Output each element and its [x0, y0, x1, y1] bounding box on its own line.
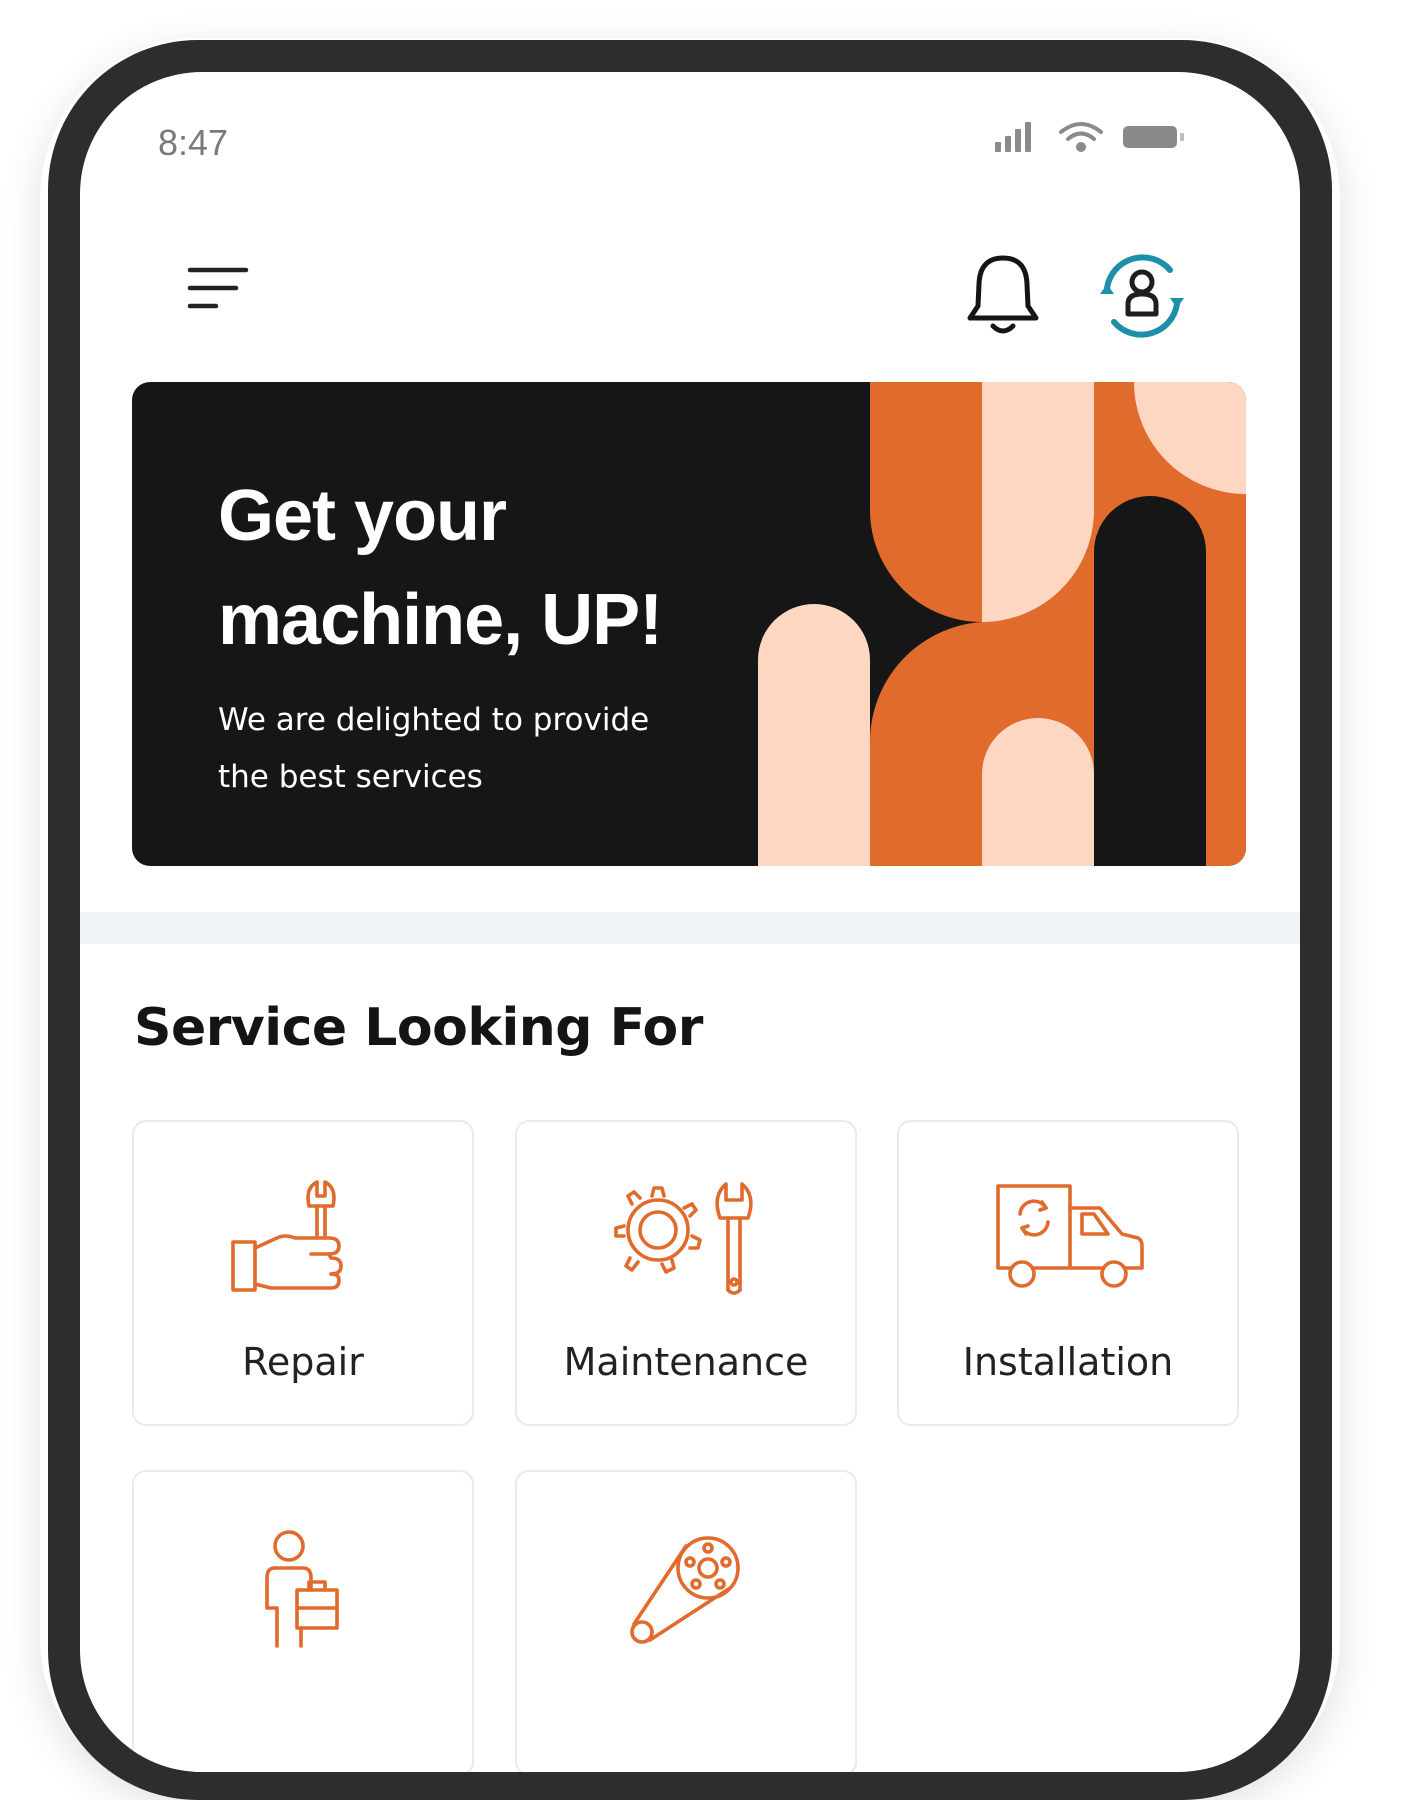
gear-wrench-icon — [614, 1182, 753, 1295]
banner-subtitle: We are delighted to provide the best ser… — [218, 702, 650, 795]
services-title: Service Looking For — [134, 998, 703, 1058]
service-label: Repair — [242, 1340, 364, 1384]
delivery-truck-icon — [996, 1184, 1144, 1288]
promo-banner[interactable]: Get your machine, UP! We are delighted t… — [132, 382, 1246, 866]
banner-pattern-art — [758, 382, 1246, 866]
profile-switch-icon[interactable] — [1092, 248, 1192, 344]
status-icons — [995, 122, 1184, 152]
menu-icon[interactable] — [186, 260, 256, 322]
banner-title: Get your machine, UP! — [218, 476, 663, 660]
service-label: Maintenance — [563, 1340, 809, 1384]
service-card-technician[interactable] — [132, 1470, 474, 1772]
service-card-maintenance[interactable]: Maintenance — [515, 1120, 857, 1426]
wifi-icon — [1059, 122, 1103, 152]
hand-wrench-icon — [231, 1180, 343, 1292]
battery-icon — [1123, 126, 1184, 148]
service-card-repair[interactable]: Repair — [132, 1120, 474, 1426]
section-divider — [80, 912, 1300, 944]
status-time: 8:47 — [158, 122, 229, 163]
service-card-installation[interactable]: Installation — [897, 1120, 1239, 1426]
technician-toolbox-icon — [265, 1530, 339, 1648]
service-label: Installation — [962, 1340, 1174, 1384]
bell-icon[interactable] — [964, 252, 1042, 338]
belt-pulley-icon — [630, 1536, 740, 1644]
service-card-belt[interactable] — [515, 1470, 857, 1772]
phone-screen: 8:47 Get your machine, UP! We are deligh… — [80, 72, 1300, 1772]
signal-icon — [995, 122, 1031, 152]
